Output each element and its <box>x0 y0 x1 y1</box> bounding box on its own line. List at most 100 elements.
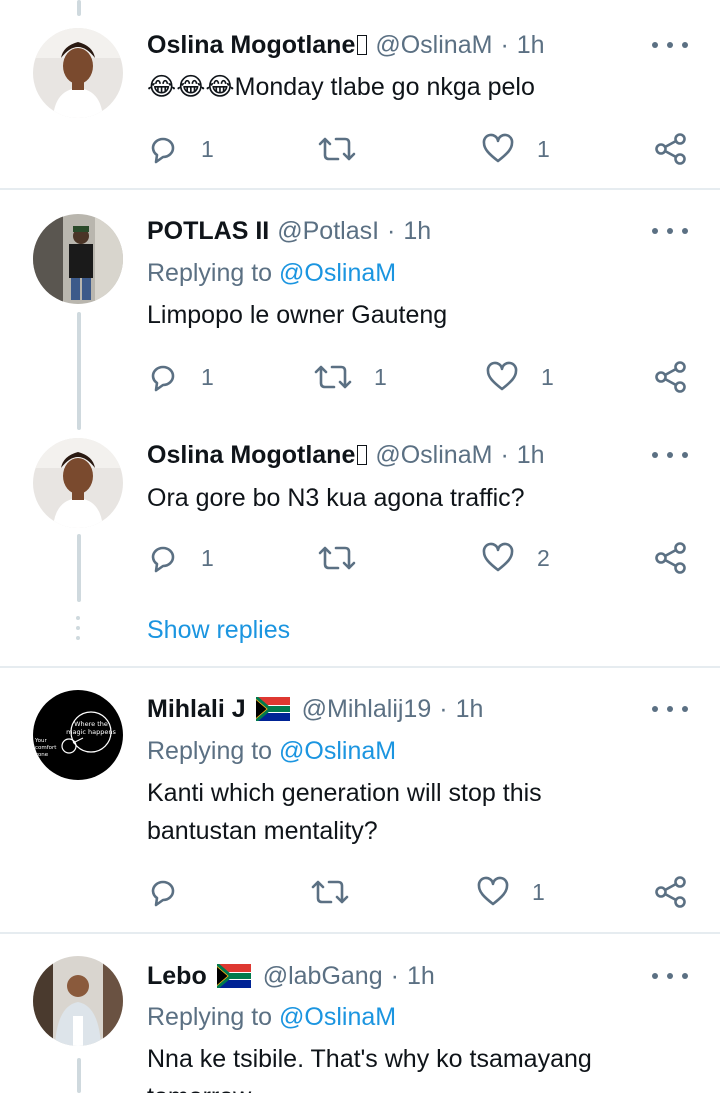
svg-text:Where the: Where the <box>74 720 108 728</box>
tweet[interactable]: Where the magic happens Your comfort zon… <box>0 668 720 932</box>
display-name[interactable]: Oslina Mogotlane <box>147 31 355 60</box>
handle[interactable]: @PotlasI <box>277 217 379 246</box>
handle[interactable]: @OslinaM <box>375 441 492 470</box>
tweet[interactable]: Oslina Mogotlane @OslinaM · 1h 😂😂😂Monday… <box>0 0 720 188</box>
share-button[interactable] <box>654 538 688 578</box>
avatar[interactable] <box>33 214 123 304</box>
timestamp[interactable]: 1h <box>403 217 431 246</box>
reply-icon <box>151 880 175 907</box>
tweet-header: Lebo @labGang · 1h <box>147 958 435 994</box>
replying-handle-link[interactable]: @OslinaM <box>279 737 396 765</box>
more-icon[interactable] <box>652 966 688 986</box>
like-count: 1 <box>532 878 545 905</box>
replying-to: Replying to @OslinaM <box>147 1003 396 1032</box>
south-africa-flag-icon <box>255 697 290 721</box>
timestamp[interactable]: 1h <box>456 695 484 724</box>
like-icon <box>482 133 514 163</box>
display-name[interactable]: POTLAS II <box>147 217 269 246</box>
share-icon <box>655 361 686 393</box>
tweet-actions: 1 1 1 <box>0 357 720 397</box>
laughing-emoji-icon: 😂😂😂 <box>147 73 235 101</box>
separator: · <box>390 961 399 990</box>
more-icon[interactable] <box>652 445 688 465</box>
more-icon[interactable] <box>652 699 688 719</box>
handle[interactable]: @labGang <box>263 962 383 991</box>
reply-button[interactable]: 1 <box>147 357 214 397</box>
tweet-actions: 1 <box>0 872 720 912</box>
display-name[interactable]: Oslina Mogotlane <box>147 441 355 470</box>
handle[interactable]: @Mihlalij19 <box>302 695 432 724</box>
share-button[interactable] <box>654 357 688 397</box>
separator: · <box>439 694 448 723</box>
tweet-text-line: Nna ke tsibile. That's why ko tsamayang <box>147 1045 592 1073</box>
separator: · <box>500 30 509 59</box>
share-icon <box>655 542 686 574</box>
avatar[interactable]: Where the magic happens Your comfort zon… <box>33 690 123 780</box>
svg-text:zone: zone <box>35 752 49 758</box>
tweet[interactable]: Oslina Mogotlane @OslinaM · 1h Ora gore … <box>0 420 720 666</box>
tweet-text: Limpopo le owner Gauteng <box>147 301 448 329</box>
retweet-icon <box>318 546 356 570</box>
share-icon <box>655 133 686 165</box>
like-button[interactable]: 1 <box>485 357 554 397</box>
timestamp[interactable]: 1h <box>517 441 545 470</box>
like-icon <box>482 542 514 572</box>
missing-glyph-icon <box>357 35 368 55</box>
missing-glyph-icon <box>357 445 368 465</box>
tweet[interactable]: POTLAS II @PotlasI · 1h Replying to @Osl… <box>0 190 720 422</box>
reply-icon <box>151 137 175 164</box>
share-icon <box>655 876 686 908</box>
retweet-button[interactable] <box>318 129 378 169</box>
display-name[interactable]: Lebo <box>147 962 207 991</box>
reply-button[interactable] <box>147 872 201 912</box>
replying-handle-link[interactable]: @OslinaM <box>279 1003 396 1031</box>
svg-text:Your: Your <box>34 738 47 744</box>
display-name[interactable]: Mihlali J <box>147 695 246 724</box>
retweet-count: 1 <box>374 363 387 390</box>
tweet-actions: 1 2 <box>0 538 720 578</box>
retweet-button[interactable] <box>318 538 378 578</box>
like-icon <box>486 361 518 391</box>
like-button[interactable]: 2 <box>481 538 550 578</box>
replying-to: Replying to @OslinaM <box>147 259 396 288</box>
retweet-icon <box>314 365 352 389</box>
tweet-text: Ora gore bo N3 kua agona traffic? <box>147 484 525 512</box>
tweet-text-line: tomorrow <box>147 1078 251 1093</box>
more-icon[interactable] <box>652 221 688 241</box>
more-icon[interactable] <box>652 35 688 55</box>
like-button[interactable]: 1 <box>476 872 545 912</box>
like-icon <box>477 876 509 906</box>
timestamp[interactable]: 1h <box>407 962 435 991</box>
avatar[interactable] <box>33 28 123 118</box>
handle[interactable]: @OslinaM <box>375 31 492 60</box>
tweet[interactable]: Lebo @labGang · 1h Replying to @OslinaM … <box>0 934 720 1093</box>
reply-button[interactable]: 1 <box>147 129 214 169</box>
replying-label: Replying to <box>147 737 273 765</box>
like-count: 2 <box>537 544 550 571</box>
timestamp[interactable]: 1h <box>517 31 545 60</box>
retweet-button[interactable] <box>311 872 371 912</box>
share-button[interactable] <box>654 129 688 169</box>
share-button[interactable] <box>654 872 688 912</box>
svg-text:magic happens: magic happens <box>66 728 116 736</box>
svg-text:comfort: comfort <box>35 745 57 751</box>
show-replies-link[interactable]: Show replies <box>147 616 290 645</box>
replying-handle-link[interactable]: @OslinaM <box>279 259 396 287</box>
reply-button[interactable]: 1 <box>147 538 214 578</box>
reply-count: 1 <box>201 135 214 162</box>
tweet-header: Oslina Mogotlane @OslinaM · 1h <box>147 27 545 63</box>
tweet-text-line: bantustan mentality? <box>147 817 378 845</box>
avatar[interactable] <box>33 438 123 528</box>
reply-count: 1 <box>201 544 214 571</box>
like-count: 1 <box>537 135 550 162</box>
reply-icon <box>151 546 175 573</box>
retweet-icon <box>311 880 349 904</box>
reply-count: 1 <box>201 363 214 390</box>
replying-label: Replying to <box>147 259 273 287</box>
retweet-button[interactable]: 1 <box>314 357 387 397</box>
retweet-icon <box>318 137 356 161</box>
reply-icon <box>151 365 175 392</box>
like-button[interactable]: 1 <box>481 129 550 169</box>
replying-label: Replying to <box>147 1003 273 1031</box>
avatar[interactable] <box>33 956 123 1046</box>
